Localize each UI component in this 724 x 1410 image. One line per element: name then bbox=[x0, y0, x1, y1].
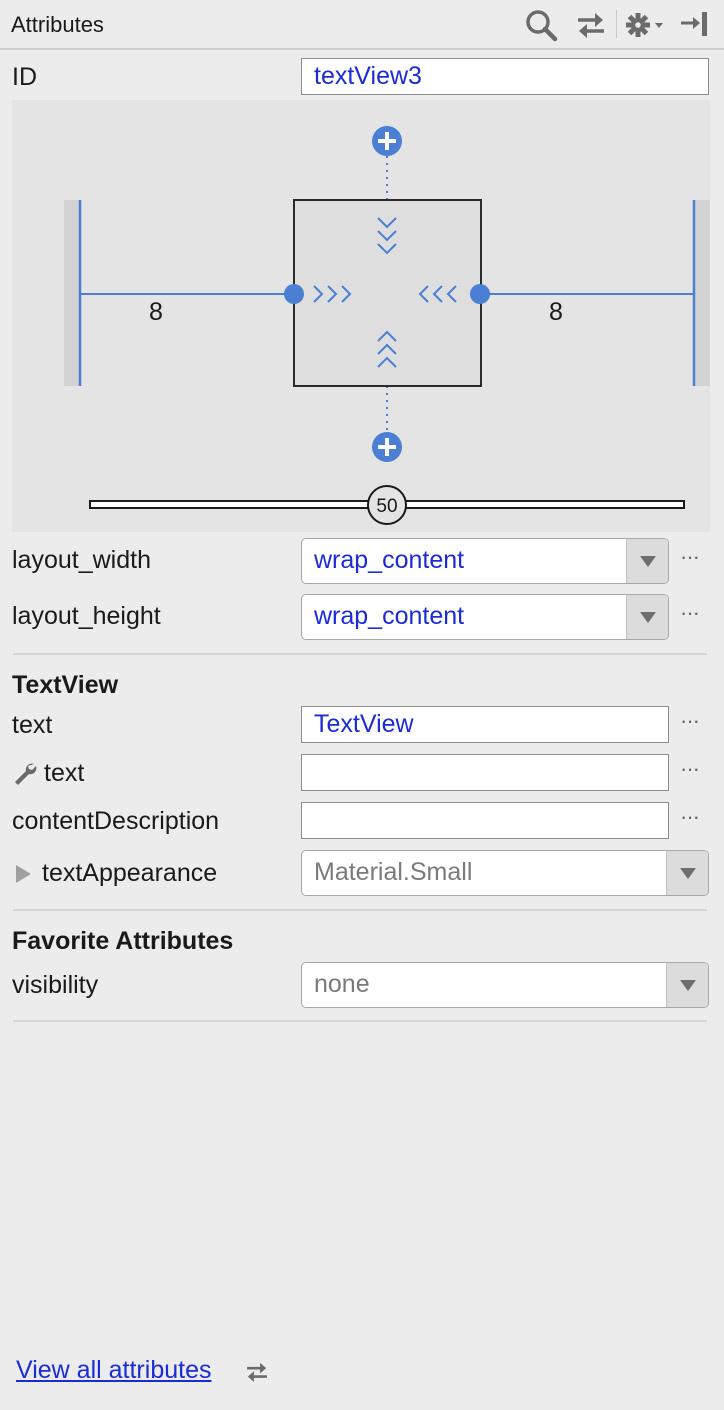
section-divider bbox=[13, 1020, 707, 1022]
right-margin-value[interactable]: 8 bbox=[549, 298, 563, 326]
header-divider bbox=[616, 10, 617, 38]
layout-width-dropdown[interactable]: wrap_content bbox=[301, 538, 669, 584]
content-description-field[interactable] bbox=[301, 802, 669, 839]
tools-text-label: text bbox=[44, 759, 85, 787]
chevron-down-icon[interactable] bbox=[626, 595, 668, 639]
id-label: ID bbox=[12, 63, 37, 91]
visibility-dropdown[interactable]: none bbox=[301, 962, 709, 1008]
favorites-section-title: Favorite Attributes bbox=[12, 927, 234, 955]
expand-triangle-icon[interactable] bbox=[16, 865, 31, 883]
collapse-icon[interactable] bbox=[678, 8, 712, 42]
constraint-diagram: 50 8 8 bbox=[64, 126, 710, 525]
id-field[interactable]: textView3 bbox=[301, 58, 709, 95]
layout-height-value: wrap_content bbox=[314, 602, 465, 630]
layout-width-more-button[interactable]: ··· bbox=[680, 544, 700, 570]
layout-width-label: layout_width bbox=[12, 546, 151, 574]
gear-icon[interactable] bbox=[624, 8, 668, 42]
left-margin-value[interactable]: 8 bbox=[149, 298, 163, 326]
chevron-down-icon[interactable] bbox=[666, 851, 708, 895]
swap-icon[interactable] bbox=[574, 8, 608, 42]
textview-section-title: TextView bbox=[12, 671, 119, 699]
content-description-label: contentDescription bbox=[12, 807, 220, 835]
constraint-widget: 50 8 8 bbox=[12, 100, 710, 532]
text-appearance-dropdown[interactable]: Material.Small bbox=[301, 850, 709, 896]
chevron-down-icon[interactable] bbox=[666, 963, 708, 1007]
text-appearance-value: Material.Small bbox=[314, 858, 473, 886]
add-top-constraint-icon[interactable] bbox=[372, 126, 402, 156]
swap-icon[interactable] bbox=[242, 1359, 272, 1385]
content-description-more-button[interactable]: ··· bbox=[680, 804, 700, 830]
visibility-value: none bbox=[314, 970, 370, 998]
view-all-attributes-link[interactable]: View all attributes bbox=[16, 1356, 211, 1385]
text-label: text bbox=[12, 711, 53, 739]
visibility-label: visibility bbox=[12, 971, 99, 999]
bias-value: 50 bbox=[376, 496, 397, 517]
text-appearance-label: textAppearance bbox=[42, 859, 218, 887]
add-bottom-constraint-icon[interactable] bbox=[372, 432, 402, 462]
search-icon[interactable] bbox=[524, 8, 558, 42]
text-field[interactable]: TextView bbox=[301, 706, 669, 743]
layout-height-label: layout_height bbox=[12, 602, 161, 630]
layout-height-dropdown[interactable]: wrap_content bbox=[301, 594, 669, 640]
section-divider bbox=[13, 653, 707, 655]
tools-text-more-button[interactable]: ··· bbox=[680, 756, 700, 782]
attributes-header: Attributes bbox=[0, 0, 724, 50]
wrench-icon bbox=[15, 763, 37, 785]
section-divider bbox=[13, 909, 707, 911]
layout-height-more-button[interactable]: ··· bbox=[680, 600, 700, 626]
panel-title: Attributes bbox=[11, 12, 104, 37]
text-more-button[interactable]: ··· bbox=[680, 708, 700, 734]
chevron-down-icon[interactable] bbox=[626, 539, 668, 583]
tools-text-field[interactable] bbox=[301, 754, 669, 791]
layout-width-value: wrap_content bbox=[314, 546, 465, 574]
